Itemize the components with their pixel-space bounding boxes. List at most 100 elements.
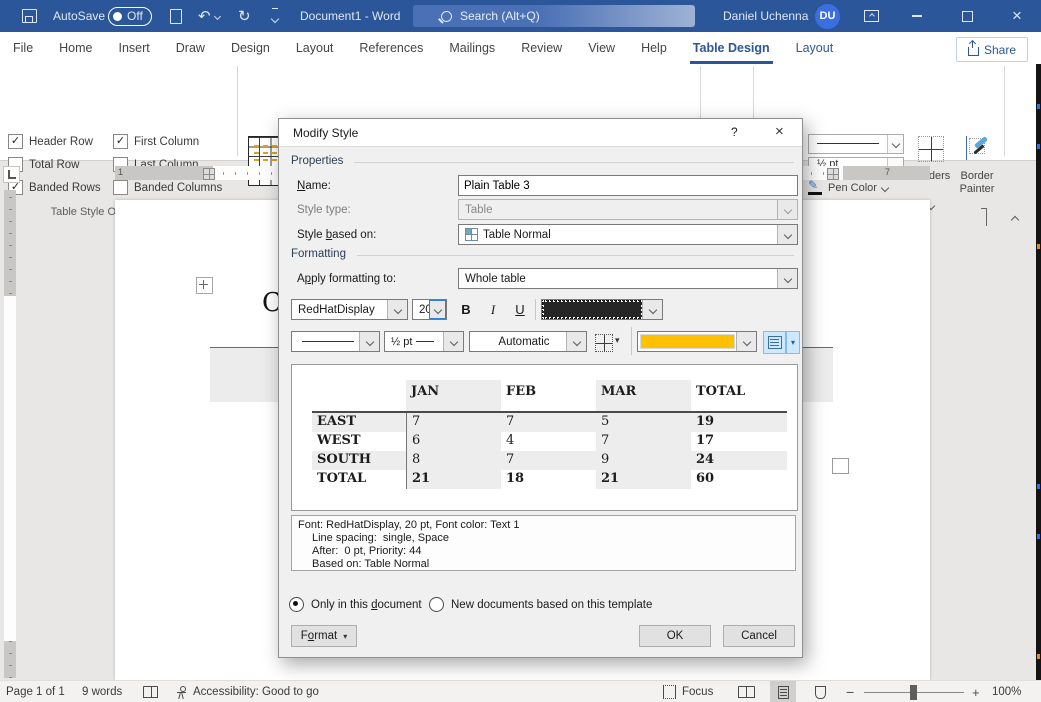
fill-color-combo[interactable] bbox=[637, 331, 757, 352]
collapse-ribbon-icon[interactable] bbox=[1012, 210, 1018, 228]
dialog-help-button[interactable]: ? bbox=[731, 125, 738, 139]
print-layout-button[interactable] bbox=[770, 681, 796, 702]
zoom-in-button[interactable]: + bbox=[972, 681, 980, 702]
radio-new-documents-template[interactable]: New documents based on this template bbox=[429, 597, 652, 612]
ruler-table-column-marker-right[interactable] bbox=[827, 168, 839, 180]
document-object-square[interactable] bbox=[832, 458, 849, 474]
border-painter-button[interactable]: Border Painter bbox=[954, 136, 1000, 160]
tab-home[interactable]: Home bbox=[46, 32, 105, 64]
tab-view[interactable]: View bbox=[575, 32, 628, 64]
zoom-slider-handle[interactable] bbox=[910, 685, 917, 700]
border-color-combo[interactable]: Automatic bbox=[469, 331, 587, 352]
focus-mode-button[interactable]: Focus bbox=[663, 681, 713, 702]
apply-formatting-combo[interactable]: Whole table bbox=[458, 268, 798, 289]
checkbox-banded-columns[interactable]: Banded Columns bbox=[113, 180, 222, 195]
font-size-combo[interactable]: 20 bbox=[412, 299, 447, 320]
format-button[interactable]: Format ▾ bbox=[291, 625, 357, 647]
tab-mailings[interactable]: Mailings bbox=[436, 32, 508, 64]
style-name-input[interactable] bbox=[458, 175, 798, 196]
dialog-title-bar[interactable]: Modify Style ? × bbox=[279, 119, 802, 147]
checkbox-first-column[interactable]: ✓First Column bbox=[113, 134, 199, 149]
tab-insert[interactable]: Insert bbox=[106, 32, 163, 64]
borders-icon bbox=[918, 136, 944, 162]
save-icon[interactable] bbox=[22, 0, 37, 32]
radio-only-in-this-document[interactable]: Only in this document bbox=[289, 597, 422, 612]
vertical-ruler[interactable] bbox=[4, 190, 16, 678]
ok-button[interactable]: OK bbox=[639, 625, 711, 647]
font-family-combo[interactable]: RedHatDisplay bbox=[291, 299, 408, 320]
style-preview-box: JAN FEB MAR TOTAL EAST 7 7 5 19 WEST bbox=[291, 364, 798, 511]
minimize-button[interactable] bbox=[910, 0, 924, 32]
dialog-title: Modify Style bbox=[293, 126, 358, 140]
ribbon-display-options-icon[interactable] bbox=[864, 0, 879, 32]
quick-access-toolbar-menu-icon[interactable] bbox=[272, 0, 278, 32]
border-line-style-combo[interactable] bbox=[291, 331, 380, 352]
close-button[interactable]: × bbox=[1010, 0, 1024, 32]
tab-draw[interactable]: Draw bbox=[163, 32, 218, 64]
user-name[interactable]: Daniel Uchenna bbox=[723, 0, 808, 32]
new-document-icon[interactable] bbox=[170, 0, 182, 32]
border-weight-combo[interactable]: ½ pt bbox=[384, 331, 464, 352]
undo-button[interactable]: ↶ bbox=[198, 0, 220, 32]
preview-header-row: JAN FEB MAR TOTAL bbox=[312, 380, 787, 411]
italic-button[interactable]: I bbox=[482, 299, 504, 320]
preview-row-south: SOUTH 8 7 9 24 bbox=[312, 451, 787, 470]
page-indicator[interactable]: Page 1 of 1 bbox=[6, 681, 65, 702]
share-icon bbox=[968, 47, 979, 56]
pen-line-style-combo[interactable] bbox=[808, 134, 904, 154]
tab-table-layout[interactable]: Layout bbox=[783, 32, 847, 64]
tab-references[interactable]: References bbox=[346, 32, 436, 64]
ribbon-tabs-row: File Home Insert Draw Design Layout Refe… bbox=[0, 32, 1041, 64]
borders-dialog-launcher-icon[interactable] bbox=[986, 208, 987, 226]
fill-color-swatch bbox=[640, 334, 735, 349]
search-icon bbox=[441, 11, 452, 22]
tab-file[interactable]: File bbox=[0, 32, 46, 64]
autosave-toggle[interactable]: Off bbox=[108, 0, 152, 32]
section-formatting: Formatting bbox=[291, 248, 354, 260]
align-left-icon bbox=[768, 336, 782, 349]
style-type-combo: Table bbox=[458, 199, 798, 220]
checkbox-header-row[interactable]: ✓Header Row bbox=[8, 134, 93, 149]
maximize-button[interactable] bbox=[960, 0, 974, 32]
web-layout-button[interactable] bbox=[807, 681, 833, 702]
zoom-level[interactable]: 100% bbox=[992, 681, 1021, 702]
accessibility-status[interactable]: Accessibility: Good to go bbox=[176, 681, 319, 702]
borders-grid-button[interactable] bbox=[592, 331, 615, 354]
font-color-swatch bbox=[542, 300, 643, 319]
zoom-out-button[interactable]: − bbox=[846, 681, 854, 702]
alignment-dropdown-icon[interactable]: ▾ bbox=[786, 331, 800, 354]
redo-button[interactable]: ↻ bbox=[238, 0, 251, 32]
name-label: Name: bbox=[297, 180, 331, 192]
tab-table-design[interactable]: Table Design bbox=[680, 32, 783, 64]
checkbox-banded-rows[interactable]: ✓Banded Rows bbox=[8, 180, 101, 195]
bold-button[interactable]: B bbox=[455, 299, 477, 320]
tab-design[interactable]: Design bbox=[218, 32, 283, 64]
tab-stop-selector[interactable] bbox=[3, 166, 20, 183]
cancel-button[interactable]: Cancel bbox=[723, 625, 795, 647]
underline-button[interactable]: U bbox=[509, 299, 531, 320]
preview-row-west: WEST 6 4 7 17 bbox=[312, 432, 787, 451]
word-count[interactable]: 9 words bbox=[82, 681, 122, 702]
dialog-close-icon[interactable]: × bbox=[775, 123, 784, 140]
focus-icon bbox=[663, 685, 676, 699]
tab-layout[interactable]: Layout bbox=[283, 32, 347, 64]
avatar[interactable]: DU bbox=[815, 0, 840, 32]
table-move-handle-icon[interactable] bbox=[196, 277, 213, 294]
pen-color-icon: ✎ bbox=[808, 180, 823, 195]
read-mode-button[interactable] bbox=[733, 681, 759, 702]
tab-help[interactable]: Help bbox=[628, 32, 680, 64]
ruler-number-right: 7 bbox=[885, 167, 890, 177]
borders-grid-dropdown-icon[interactable]: ▾ bbox=[615, 335, 620, 346]
title-bar: AutoSave Off ↶ ↻ Document1 - Word Search… bbox=[0, 0, 1041, 32]
style-based-on-combo[interactable]: Table Normal bbox=[458, 224, 798, 245]
search-box[interactable]: Search (Alt+Q) bbox=[413, 5, 695, 27]
font-color-combo[interactable] bbox=[541, 299, 663, 320]
share-button[interactable]: Share bbox=[956, 37, 1028, 62]
style-description: Font: RedHatDisplay, 20 pt, Font color: … bbox=[291, 515, 796, 571]
tab-review[interactable]: Review bbox=[508, 32, 575, 64]
pen-color-button[interactable]: ✎ Pen Color bbox=[808, 180, 888, 195]
proofing-icon[interactable] bbox=[143, 681, 158, 702]
alignment-button[interactable] bbox=[763, 331, 786, 354]
ruler-table-column-marker-left[interactable] bbox=[203, 168, 215, 180]
zoom-slider[interactable] bbox=[864, 681, 964, 702]
